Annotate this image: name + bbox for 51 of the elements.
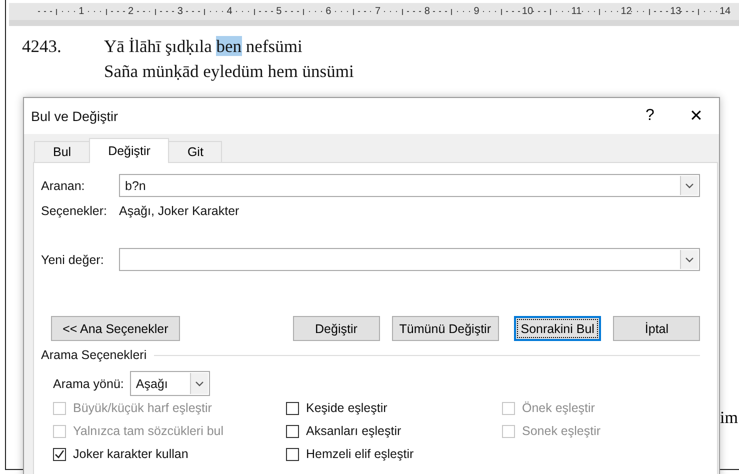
dropdown-icon[interactable] [680,176,698,195]
tab[interactable]: Değiştir [89,138,170,163]
direction-select[interactable]: Aşağı [130,371,210,396]
checkbox[interactable] [286,448,299,460]
tab[interactable]: Bul [34,141,90,162]
checkbox[interactable] [53,448,66,460]
dialog-button[interactable]: İptal [613,316,700,341]
ruler-number: 11 [571,6,580,17]
group-title: Arama Seçenekleri [41,348,147,362]
dialog-button[interactable]: << Ana Seçenekler [51,316,180,341]
field-label: Yeni değer: [41,252,105,266]
close-button[interactable]: ✕ [673,101,719,131]
ruler-number: 9 [472,6,480,17]
find-field[interactable]: b?n [119,174,700,197]
dialog-button[interactable]: Sonrakini Bul [514,316,602,341]
replace-field[interactable] [119,248,700,271]
verse-number: 4243. [22,36,62,56]
checkbox-label: Önek eşleştir [522,401,595,415]
checkbox-label: Keşide eşleştir [306,401,388,415]
checkbox-label: Yalnızca tam sözcükleri bul [73,424,224,438]
checkbox[interactable] [286,424,299,438]
options-label: Seçenekler: [41,204,108,218]
verse-line: Saña münḳād eyledüm hem ünsümi [104,60,354,83]
ruler-number: 6 [324,6,332,17]
checkbox-label: Büyük/küçük harf eşleştir [73,401,212,415]
checkbox-label: Sonek eşleştir [522,424,601,438]
ruler-number: 12 [620,6,629,17]
checkbox-label: Hemzeli elif eşleştir [306,447,414,461]
ruler-number: 1 [78,6,86,17]
ruler-number: 4 [226,6,234,17]
ruler-number: 13 [670,6,678,17]
dialog-button[interactable]: Değiştir [292,316,380,341]
document-text: im [720,408,738,428]
direction-label: Arama yönü: [53,376,124,390]
checkbox-label: Joker karakter kullan [73,447,188,461]
checkbox[interactable] [286,402,299,414]
help-button[interactable]: ? [627,101,673,131]
ruler-number: 8 [423,6,431,17]
checkbox-label: Aksanları eşleştir [306,424,402,438]
ruler-number: 7 [374,6,382,17]
tab[interactable]: Git [168,141,222,162]
field-label: Aranan: [41,178,86,192]
dialog-button[interactable]: Tümünü Değiştir [392,316,499,341]
options-value: Aşağı, Joker Karakter [119,204,240,218]
dropdown-icon[interactable] [190,373,208,394]
dialog-title: Bul ve Değiştir [31,108,120,124]
ruler-number: 3 [176,6,184,17]
ruler-number: 2 [127,6,135,17]
ruler-number: 5 [275,6,283,17]
dropdown-icon[interactable] [680,250,698,269]
verse-line: Yā İlāhī şıdḳıla ben nefsümi [104,35,302,58]
